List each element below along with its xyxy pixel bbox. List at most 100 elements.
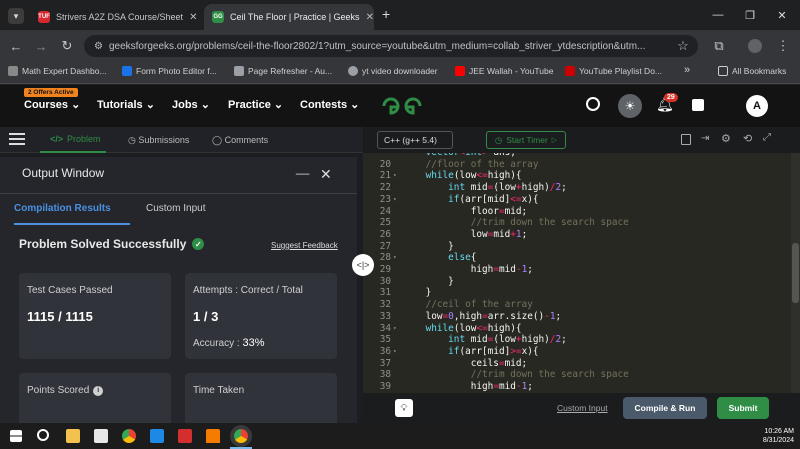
- chrome-icon[interactable]: [122, 429, 136, 443]
- code-line[interactable]: 35 int mid=(low+high)/2;: [363, 334, 800, 346]
- suggest-feedback-link[interactable]: Suggest Feedback: [271, 241, 338, 250]
- file-explorer-icon[interactable]: [66, 429, 80, 443]
- chevron-down-icon: ⌄: [273, 99, 284, 111]
- code-line[interactable]: 32 //ceil of the array: [363, 299, 800, 311]
- code-line[interactable]: 21 ▾ while(low<=high){: [363, 170, 800, 182]
- reset-icon[interactable]: ⟲: [743, 132, 752, 145]
- close-tab-icon[interactable]: ✕: [183, 12, 197, 23]
- close-output-button[interactable]: ✕: [320, 166, 332, 183]
- nav-tutorials[interactable]: Tutorials ⌄: [97, 98, 155, 111]
- chrome-active-icon[interactable]: [234, 429, 248, 443]
- compile-run-button[interactable]: Compile & Run: [623, 397, 707, 419]
- start-timer-button[interactable]: ◷ Start Timer ▷: [486, 131, 566, 149]
- bookmarks-overflow[interactable]: »: [684, 64, 690, 76]
- code-line[interactable]: 34 ▾ while(low<=high){: [363, 323, 800, 335]
- code-line[interactable]: 36 ▾ if(arr[mid]>=x){: [363, 346, 800, 358]
- fold-arrow-icon[interactable]: ▾: [393, 346, 397, 358]
- start-icon[interactable]: [10, 430, 22, 442]
- tab-comments[interactable]: ◯ Comments: [212, 135, 268, 146]
- vlc-icon[interactable]: [206, 429, 220, 443]
- editor-scrollbar[interactable]: [791, 153, 800, 393]
- paint-icon[interactable]: [94, 429, 108, 443]
- nav-jobs[interactable]: Jobs ⌄: [172, 98, 210, 111]
- bookmark-item[interactable]: Form Photo Editor f...: [122, 66, 217, 76]
- close-window-icon[interactable]: ✕: [772, 6, 792, 24]
- tab-compilation-results[interactable]: Compilation Results: [14, 203, 130, 225]
- code-text: }: [403, 287, 432, 299]
- code-line[interactable]: 25 //trim down the search space: [363, 217, 800, 229]
- code-line[interactable]: 39 high=mid-1;: [363, 381, 800, 393]
- bookmark-item[interactable]: Page Refresher - Au...: [234, 66, 332, 76]
- search-icon[interactable]: [37, 429, 49, 441]
- maximize-icon[interactable]: ❐: [740, 6, 760, 24]
- bookmark-item[interactable]: Math Expert Dashbo...: [8, 66, 107, 76]
- translate-icon[interactable]: [692, 99, 704, 111]
- language-select[interactable]: C++ (g++ 5.4): [377, 131, 453, 149]
- tab-search-icon[interactable]: ▾: [8, 8, 24, 24]
- fullscreen-icon[interactable]: ⤢: [763, 132, 771, 143]
- code-line[interactable]: 24 floor=mid;: [363, 206, 800, 218]
- code-line[interactable]: 26 low=mid+1;: [363, 229, 800, 241]
- info-icon[interactable]: i: [93, 385, 104, 396]
- address-bar[interactable]: ⚙ geeksforgeeks.org/problems/ceil-the-fl…: [84, 35, 698, 57]
- menu-icon[interactable]: ⋮: [775, 38, 791, 54]
- new-tab-button[interactable]: +: [382, 6, 390, 22]
- code-line[interactable]: 33 low=0,high=arr.size()-1;: [363, 311, 800, 323]
- code-line[interactable]: 20 //floor of the array: [363, 159, 800, 171]
- code-line[interactable]: 27 }: [363, 241, 800, 253]
- devcpp-icon[interactable]: [178, 429, 192, 443]
- tab-submissions[interactable]: ◷ Submissions: [128, 135, 189, 146]
- fold-arrow-icon[interactable]: ▾: [393, 252, 397, 264]
- fold-arrow-icon[interactable]: ▾: [393, 170, 397, 182]
- code-area[interactable]: vector<int> ans;20 //floor of the array2…: [363, 153, 800, 419]
- code-line[interactable]: 38 //trim down the search space: [363, 369, 800, 381]
- fold-arrow-icon[interactable]: ▾: [393, 194, 397, 206]
- tab-custom-input[interactable]: Custom Input: [146, 203, 205, 214]
- forward-icon[interactable]: →: [33, 38, 49, 54]
- extensions-icon[interactable]: ⧉: [711, 38, 727, 54]
- back-icon[interactable]: ←: [8, 38, 24, 54]
- bookmark-item[interactable]: yt video downloader: [348, 66, 438, 76]
- code-line[interactable]: 22 int mid=(low+high)/2;: [363, 182, 800, 194]
- code-line[interactable]: 37 ceils=mid;: [363, 358, 800, 370]
- clock[interactable]: 10:26 AM 8/31/2024: [744, 427, 794, 445]
- time-label: Time Taken: [193, 385, 245, 396]
- bookmark-star-icon[interactable]: ☆: [675, 38, 691, 54]
- browser-tab-ceil-the-floor[interactable]: GG Ceil The Floor | Practice | Geeks ✕: [204, 4, 374, 30]
- custom-input-link[interactable]: Custom Input: [557, 403, 608, 413]
- code-line[interactable]: 29 high=mid-1;: [363, 264, 800, 276]
- tab-problem[interactable]: </> Problem: [40, 127, 106, 153]
- code-line[interactable]: 23 ▾ if(arr[mid]<=x){: [363, 194, 800, 206]
- avatar[interactable]: A: [746, 95, 768, 117]
- code-line[interactable]: 31 }: [363, 287, 800, 299]
- nav-practice[interactable]: Practice ⌄: [228, 98, 283, 111]
- browser-tab-strivers[interactable]: TUF Strivers A2Z DSA Course/Sheet ✕: [30, 4, 200, 30]
- code-line[interactable]: 28 ▾ else{: [363, 252, 800, 264]
- gfg-logo-icon[interactable]: [380, 96, 424, 116]
- all-bookmarks[interactable]: All Bookmarks: [718, 66, 786, 76]
- submit-button[interactable]: Submit: [717, 397, 769, 419]
- bookmark-item[interactable]: YouTube Playlist Do...: [565, 66, 662, 76]
- bulb-icon[interactable]: 💡︎: [395, 399, 413, 417]
- copy-icon[interactable]: [681, 134, 691, 145]
- panel-resize-handle[interactable]: <|>: [352, 254, 374, 276]
- nav-contests[interactable]: Contests ⌄: [300, 98, 359, 111]
- import-icon[interactable]: ⇥: [701, 133, 709, 144]
- hamburger-menu-icon[interactable]: [9, 133, 25, 145]
- search-icon[interactable]: [586, 97, 600, 111]
- theme-toggle-icon[interactable]: ☀: [618, 94, 642, 118]
- close-tab-icon[interactable]: ✕: [360, 12, 374, 23]
- nav-courses[interactable]: Courses ⌄: [24, 98, 80, 111]
- reload-icon[interactable]: ↻: [59, 38, 75, 54]
- minimize-output-button[interactable]: __: [296, 161, 309, 175]
- code-text: high=mid-1;: [403, 264, 533, 275]
- site-info-icon[interactable]: ⚙: [94, 41, 103, 52]
- fold-arrow-icon[interactable]: ▾: [393, 323, 397, 335]
- minimize-icon[interactable]: —: [708, 6, 728, 24]
- profile-icon[interactable]: [748, 39, 762, 53]
- bookmark-item[interactable]: JEE Wallah - YouTube: [455, 66, 553, 76]
- offers-badge[interactable]: 2 Offers Active: [24, 88, 78, 97]
- settings-icon[interactable]: ⚙: [721, 132, 731, 145]
- vscode-icon[interactable]: [150, 429, 164, 443]
- code-line[interactable]: 30 }: [363, 276, 800, 288]
